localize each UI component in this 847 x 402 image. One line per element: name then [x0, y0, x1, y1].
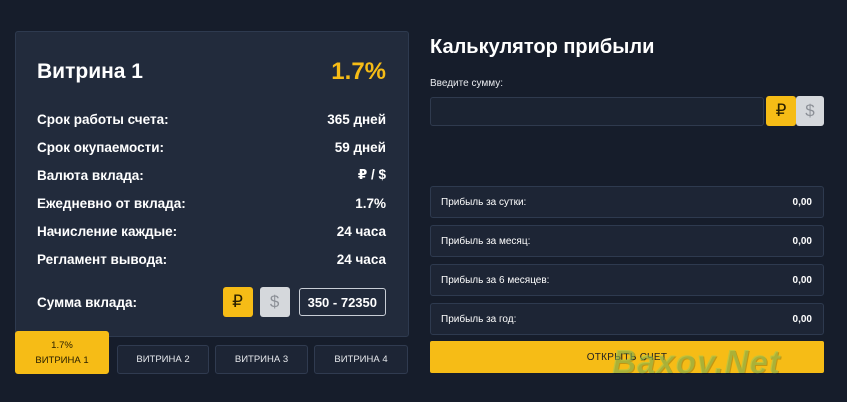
tab-vitrina-3[interactable]: ВИТРИНА 3: [215, 345, 308, 374]
profit-day-row: Прибыль за сутки: 0,00: [430, 186, 824, 218]
tab-vitrina-1[interactable]: 1.7% ВИТРИНА 1: [15, 331, 109, 374]
row-value: ₽ / $: [357, 167, 386, 182]
open-account-button[interactable]: ОТКРЫТЬ СЧЕТ: [430, 341, 824, 373]
result-label: Прибыль за год:: [441, 313, 517, 325]
deposit-row: Сумма вклада: ₽ $ 350 - 72350: [37, 287, 386, 317]
row-label: Срок окупаемости:: [37, 139, 165, 155]
plan-row-daily: Ежедневно от вклада: 1.7%: [37, 189, 386, 217]
row-label: Ежедневно от вклада:: [37, 195, 186, 211]
row-value: 59 дней: [334, 139, 386, 155]
calc-ruble-button[interactable]: ₽: [766, 96, 796, 126]
amount-label: Введите сумму:: [430, 78, 503, 89]
result-value: 0,00: [792, 235, 812, 247]
plan-row-withdrawal: Регламент вывода: 24 часа: [37, 245, 386, 273]
row-value: 24 часа: [336, 251, 386, 267]
plan-row-accrual: Начисление каждые: 24 часа: [37, 217, 386, 245]
ruble-currency-button[interactable]: ₽: [222, 287, 253, 317]
plan-row-payback: Срок окупаемости: 59 дней: [37, 133, 386, 161]
row-label: Валюта вклада:: [37, 167, 144, 183]
tab-vitrina-4[interactable]: ВИТРИНА 4: [314, 345, 408, 374]
plan-card: Витрина 1 1.7% Срок работы счета: 365 дн…: [15, 31, 409, 337]
plan-row-currency: Валюта вклада: ₽ / $: [37, 161, 386, 189]
result-label: Прибыль за месяц:: [441, 235, 531, 247]
result-label: Прибыль за 6 месяцев:: [441, 274, 550, 286]
tab-label: ВИТРИНА 4: [334, 354, 388, 365]
deposit-controls: ₽ $ 350 - 72350: [222, 287, 386, 317]
plan-rate: 1.7%: [331, 58, 386, 85]
plan-row-term: Срок работы счета: 365 дней: [37, 105, 386, 133]
tab-label: ВИТРИНА 2: [136, 354, 190, 365]
row-label: Регламент вывода:: [37, 251, 168, 267]
tab-label: ВИТРИНА 3: [234, 354, 289, 365]
row-value: 24 часа: [336, 223, 386, 239]
amount-input[interactable]: [430, 97, 764, 126]
deposit-label: Сумма вклада:: [37, 294, 138, 310]
result-value: 0,00: [792, 274, 812, 286]
dollar-currency-button[interactable]: $: [259, 287, 290, 317]
row-label: Срок работы счета:: [37, 111, 169, 127]
plan-tabs: 1.7% ВИТРИНА 1 ВИТРИНА 2 ВИТРИНА 3 ВИТРИ…: [15, 331, 409, 374]
row-value: 1.7%: [355, 195, 386, 211]
deposit-range: 350 - 72350: [298, 288, 386, 316]
plan-details: Срок работы счета: 365 дней Срок окупаем…: [37, 105, 386, 273]
profit-month-row: Прибыль за месяц: 0,00: [430, 225, 824, 257]
result-value: 0,00: [792, 313, 812, 325]
row-value: 365 дней: [327, 111, 386, 127]
row-label: Начисление каждые:: [37, 223, 178, 239]
result-value: 0,00: [792, 196, 812, 208]
tab-vitrina-2[interactable]: ВИТРИНА 2: [117, 345, 209, 374]
tab-rate: 1.7%: [51, 339, 73, 351]
plan-title: Витрина 1: [37, 60, 143, 83]
profit-year-row: Прибыль за год: 0,00: [430, 303, 824, 335]
result-label: Прибыль за сутки:: [441, 196, 527, 208]
tab-label: ВИТРИНА 1: [35, 354, 89, 366]
calculator-title: Калькулятор прибыли: [430, 36, 655, 58]
calc-dollar-button[interactable]: $: [796, 96, 824, 126]
profit-six-months-row: Прибыль за 6 месяцев: 0,00: [430, 264, 824, 296]
